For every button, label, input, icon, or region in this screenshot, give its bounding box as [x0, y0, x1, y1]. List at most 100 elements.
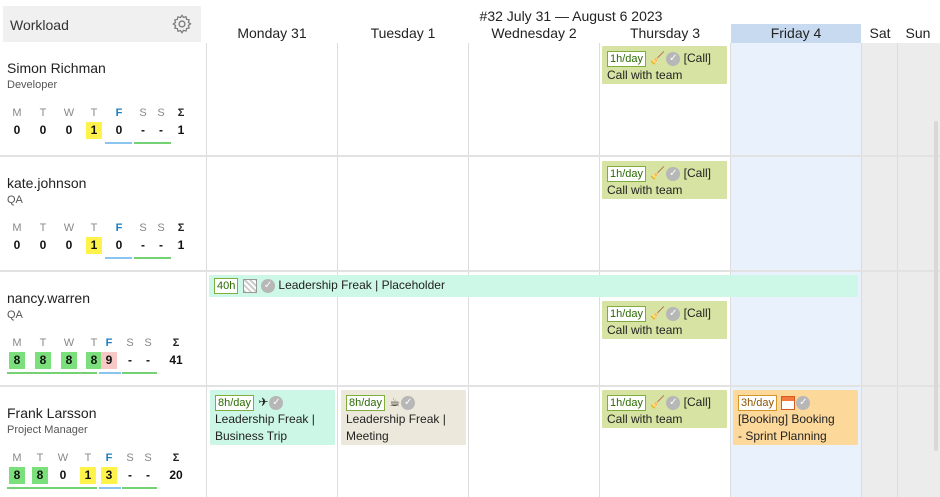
- check-icon: ✓: [796, 395, 811, 410]
- weekday-letter: M: [12, 222, 22, 234]
- event-booking[interactable]: 3h/day ✓ [Booking] Booking - Sprint Plan…: [733, 390, 858, 445]
- weekday-value: 1: [86, 122, 102, 139]
- day-header-thursday: Thursday 3: [629, 25, 701, 41]
- weekday-value: -: [146, 468, 150, 482]
- event-business-trip[interactable]: 8h/day ✈ ✓ Leadership Freak | Business Tr…: [210, 390, 335, 445]
- event-leadership-placeholder[interactable]: 40h ✓ Leadership Freak | Placeholder: [209, 275, 858, 297]
- event-title-line1: Leadership Freak |: [346, 412, 446, 427]
- plane-icon: ✈: [258, 395, 269, 410]
- weekday-value: 0: [65, 238, 73, 252]
- day-header-friday: Friday 4: [731, 24, 861, 43]
- scrollbar[interactable]: [934, 121, 938, 451]
- user-name[interactable]: Simon Richman: [7, 60, 106, 76]
- weekday-letter: T: [84, 452, 92, 464]
- event-duration: 1h/day: [607, 51, 647, 67]
- event-call-nancy[interactable]: 1h/day 🧹 ✓ [Call] Call with team: [602, 301, 727, 339]
- event-duration: 3h/day: [738, 395, 778, 411]
- weekday-letter: F: [105, 452, 113, 464]
- calendar-grid: Simon Richman Developer M 0 T 0 W 0 T 1 F 0 S…: [0, 43, 940, 497]
- user-role: Developer: [7, 79, 58, 91]
- weekday-value: 1: [177, 123, 185, 137]
- weekday-value: 8: [9, 467, 25, 484]
- weekday-letter: F: [105, 337, 113, 349]
- weekday-letter: W: [63, 222, 75, 234]
- weekday-letter: T: [90, 107, 98, 119]
- event-title-line2: - Sprint Planning: [738, 429, 827, 443]
- event-call-simon[interactable]: 1h/day 🧹 ✓ [Call] Call with team: [602, 46, 727, 84]
- event-duration: 1h/day: [607, 166, 647, 182]
- user-name[interactable]: Frank Larsson: [7, 405, 96, 421]
- weekday-letter: T: [36, 452, 44, 464]
- user-row-kate[interactable]: kate.johnson QA M0 T0 W0 T1 F0 S- S- Σ1: [0, 158, 205, 271]
- event-type: [Call]: [683, 306, 712, 320]
- user-role: Project Manager: [7, 424, 88, 436]
- weekday-value: 0: [13, 238, 21, 252]
- weekday-value: 41: [169, 353, 183, 367]
- event-type: [Call]: [683, 166, 712, 180]
- weekday-value: 0: [115, 123, 123, 137]
- weekday-letter: Σ: [177, 107, 185, 119]
- event-duration: 1h/day: [607, 395, 647, 411]
- event-title: Leadership Freak | Placeholder: [278, 278, 445, 292]
- event-type: [Call]: [683, 51, 712, 65]
- user-row-simon[interactable]: Simon Richman Developer M 0 T 0 W 0 T 1 F 0 S…: [0, 43, 205, 156]
- event-title-line2: Business Trip: [215, 429, 288, 444]
- broom-icon: 🧹: [650, 166, 666, 181]
- user-row-nancy[interactable]: nancy.warren QA M8 T8 W8 T8 F9 S- S- Σ 41: [0, 273, 205, 386]
- weekday-value: 0: [39, 123, 47, 137]
- check-icon: ✓: [261, 278, 276, 293]
- weekday-letter: Σ: [172, 337, 180, 349]
- user-row-frank[interactable]: Frank Larsson Project Manager M8 T8 W0 T…: [0, 388, 205, 497]
- day-header-sat: Sat: [869, 25, 891, 41]
- weekday-value: 8: [86, 352, 102, 369]
- event-duration: 40h: [214, 278, 239, 294]
- weekday-letter: F: [115, 107, 123, 119]
- event-call-frank[interactable]: 1h/day 🧹 ✓ [Call] Call with team: [602, 390, 727, 428]
- weekday-letter: S: [157, 107, 165, 119]
- check-icon: ✓: [401, 395, 416, 410]
- weekday-value: 1: [80, 467, 96, 484]
- weekday-letter: T: [39, 337, 47, 349]
- weekday-letter: S: [126, 452, 134, 464]
- weekday-letter: T: [90, 337, 98, 349]
- weekday-letter: Σ: [172, 452, 180, 464]
- event-title: Call with team: [607, 412, 683, 427]
- event-type: [Call]: [683, 395, 712, 409]
- weekday-letter: S: [144, 452, 152, 464]
- user-name[interactable]: kate.johnson: [7, 175, 86, 191]
- weekday-value: 1: [177, 238, 185, 252]
- weekday-letter: T: [39, 222, 47, 234]
- weekday-letter: M: [12, 337, 22, 349]
- weekday-letter: S: [157, 222, 165, 234]
- weekday-value: 0: [59, 468, 67, 482]
- weekday-letter: M: [12, 452, 22, 464]
- weekday-value: 0: [65, 123, 73, 137]
- gear-icon[interactable]: [171, 13, 193, 35]
- event-title: Call with team: [607, 183, 683, 198]
- weekday-value: 1: [86, 237, 102, 254]
- weekday-value: 9: [101, 352, 117, 369]
- event-title-line2: Meeting: [346, 429, 389, 444]
- calendar-icon: [781, 395, 796, 410]
- weekday-letter: F: [115, 222, 123, 234]
- check-icon: ✓: [666, 395, 681, 410]
- check-icon: ✓: [666, 51, 681, 66]
- weekday-letter: M: [12, 107, 22, 119]
- weekday-value: -: [128, 468, 132, 482]
- check-icon: ✓: [666, 306, 681, 321]
- user-role: QA: [7, 194, 23, 206]
- weekday-value: 0: [115, 238, 123, 252]
- weekday-letter: S: [144, 337, 152, 349]
- weekday-value: 8: [61, 352, 77, 369]
- broom-icon: 🧹: [650, 395, 666, 410]
- weekday-letter: W: [57, 452, 69, 464]
- workload-title: Workload: [10, 17, 69, 33]
- week-title: #32 July 31 — August 6 2023: [479, 8, 663, 24]
- weekday-letter: W: [63, 107, 75, 119]
- event-meeting[interactable]: 8h/day ☕ ✓ Leadership Freak | Meeting: [341, 390, 466, 445]
- weekday-letter: T: [39, 107, 47, 119]
- day-header-sun: Sun: [905, 25, 931, 41]
- event-call-kate[interactable]: 1h/day 🧹 ✓ [Call] Call with team: [602, 161, 727, 199]
- check-icon: ✓: [269, 395, 284, 410]
- user-name[interactable]: nancy.warren: [7, 290, 90, 306]
